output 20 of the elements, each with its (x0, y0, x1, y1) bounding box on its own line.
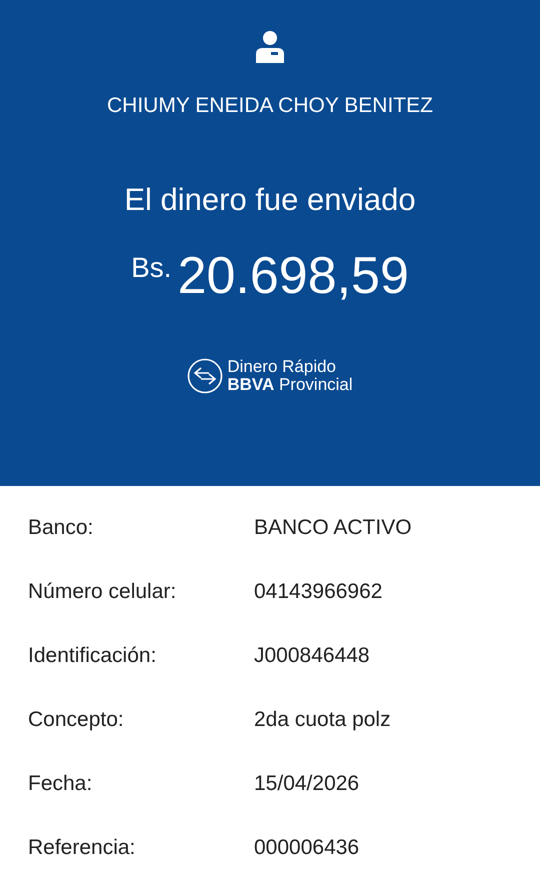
detail-value: 15/04/2026 (254, 772, 360, 796)
brand-name: Dinero Rápido (227, 358, 338, 376)
detail-value: J000846448 (254, 644, 370, 668)
transfer-arrows-icon (187, 358, 224, 394)
detail-label: Identificación: (28, 644, 158, 668)
brand-name: BBVA Provincial (227, 376, 353, 394)
detail-label: Fecha: (28, 772, 94, 796)
detail-label: Concepto: (28, 708, 125, 732)
detail-value: 2da cuota polz (254, 708, 391, 732)
amount: 20.698,59 (178, 246, 409, 306)
person-icon (255, 30, 285, 64)
detail-value: BANCO ACTIVO (254, 516, 412, 540)
detail-value: 04143966962 (254, 580, 382, 604)
status-message: El dinero fue enviado (124, 182, 416, 218)
recipient-name: CHIUMY ENEIDA CHOY BENITEZ (107, 94, 433, 118)
detail-value: 000006436 (254, 836, 360, 860)
detail-label: Referencia: (28, 836, 136, 860)
detail-label: Banco: (28, 516, 94, 540)
currency-symbol: Bs. (131, 252, 172, 284)
detail-label: Número celular: (28, 580, 178, 604)
